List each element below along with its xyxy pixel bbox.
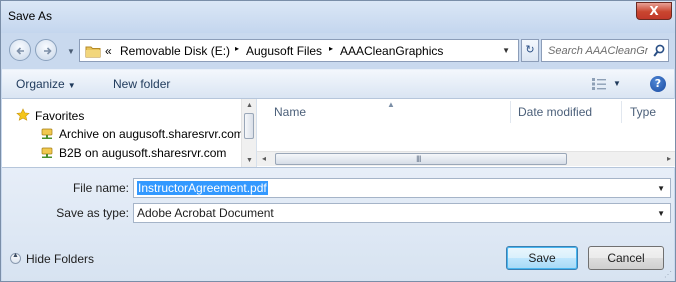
column-divider[interactable] (510, 101, 511, 123)
organize-label: Organize (16, 77, 65, 91)
column-header-type[interactable]: Type (630, 105, 656, 119)
close-button[interactable]: X (636, 2, 672, 20)
organize-caret-icon: ▼ (67, 81, 76, 90)
nav-label-b2b: B2B on augusoft.sharesrvr.com (59, 146, 227, 160)
search-icon[interactable] (653, 44, 665, 58)
file-name-value[interactable]: InstructorAgreement.pdf (137, 181, 268, 195)
column-header-name[interactable]: Name (274, 105, 306, 119)
help-button[interactable]: ? (650, 76, 666, 92)
back-button[interactable] (9, 39, 31, 61)
cancel-button[interactable]: Cancel (588, 246, 664, 270)
recent-pages-dropdown[interactable]: ▼ (67, 47, 75, 56)
scroll-left-icon[interactable]: ◂ (262, 154, 266, 163)
back-arrow-icon (16, 47, 24, 55)
breadcrumb-separator-icon[interactable]: ▸ (329, 44, 333, 53)
file-list: ▲ Name Date modified Type ◂ III ▸ (257, 99, 675, 167)
search-box[interactable] (541, 39, 669, 62)
network-drive-icon (41, 128, 53, 139)
nav-label-favorites: Favorites (35, 109, 85, 123)
navigation-pane-scrollbar[interactable]: ▲ ▼ (241, 99, 256, 167)
chevron-down-icon[interactable]: ▼ (657, 209, 665, 218)
nav-item-favorites[interactable]: Favorites (16, 108, 84, 123)
scroll-thumb[interactable]: III (275, 153, 567, 165)
forward-arrow-icon (44, 47, 52, 55)
network-drive-icon (41, 147, 53, 158)
breadcrumb-augusoft-files[interactable]: Augusoft Files (246, 44, 322, 58)
file-name-label: File name: (72, 181, 129, 195)
breadcrumb-overflow[interactable]: « (105, 44, 112, 58)
nav-item-b2b[interactable]: B2B on augusoft.sharesrvr.com (40, 145, 226, 160)
hide-folders-button[interactable]: ▲ Hide Folders (10, 252, 94, 266)
title-bar[interactable]: Save As X (1, 1, 675, 33)
scroll-up-icon[interactable]: ▲ (246, 102, 253, 109)
save-as-type-label: Save as type: (56, 206, 129, 220)
file-list-horizontal-scrollbar[interactable]: ◂ III ▸ (257, 151, 675, 166)
save-button[interactable]: Save (506, 246, 578, 270)
breadcrumb-removable-disk[interactable]: Removable Disk (E:) (120, 44, 230, 58)
breadcrumb-separator-icon[interactable]: ▸ (235, 44, 239, 53)
scroll-grip: III (416, 154, 421, 164)
file-name-field[interactable]: InstructorAgreement.pdf ▼ (133, 178, 671, 198)
nav-item-archive[interactable]: Archive on augusoft.sharesrvr.com (40, 126, 244, 141)
forward-button[interactable] (35, 39, 57, 61)
navigation-pane: Favorites Archive on augusoft.sharesrvr.… (2, 99, 257, 167)
nav-label-archive: Archive on augusoft.sharesrvr.com (59, 127, 244, 141)
column-header-date-modified[interactable]: Date modified (518, 105, 592, 119)
resize-grip-icon[interactable]: ⋰ (664, 270, 672, 279)
refresh-button[interactable]: ↻ (521, 39, 539, 62)
new-folder-button[interactable]: New folder (113, 77, 170, 91)
star-icon (16, 108, 30, 121)
breadcrumb-aaacleangraphics[interactable]: AAACleanGraphics (340, 44, 443, 58)
sort-ascending-icon: ▲ (387, 100, 395, 109)
save-as-type-select[interactable]: Adobe Acrobat Document ▼ (133, 203, 671, 223)
close-icon: X (649, 4, 659, 18)
command-bar: Organize ▼ New folder ▼ ? (2, 69, 674, 99)
history-nav: ▼ (9, 37, 75, 63)
scroll-down-icon[interactable]: ▼ (246, 157, 253, 164)
scroll-thumb[interactable] (244, 113, 254, 139)
save-form: File name: InstructorAgreement.pdf ▼ Sav… (2, 167, 674, 281)
window-title: Save As (8, 9, 53, 23)
collapse-icon: ▲ (10, 252, 21, 264)
address-dropdown-icon[interactable]: ▼ (502, 46, 510, 55)
scroll-right-icon[interactable]: ▸ (667, 154, 671, 163)
chevron-down-icon[interactable]: ▼ (657, 184, 665, 193)
address-bar[interactable]: « Removable Disk (E:) ▸ Augusoft Files ▸… (79, 39, 519, 62)
save-as-type-value: Adobe Acrobat Document (137, 206, 274, 220)
folder-icon (85, 46, 101, 58)
search-input[interactable] (548, 42, 648, 59)
refresh-icon: ↻ (525, 44, 535, 56)
save-as-dialog: Save As X ▼ « Removable Disk (E:) ▸ Augu… (0, 0, 676, 282)
view-options-caret-icon[interactable]: ▼ (613, 79, 621, 88)
organize-menu[interactable]: Organize ▼ (16, 77, 76, 91)
view-options-icon[interactable] (592, 78, 606, 90)
hide-folders-label: Hide Folders (26, 252, 95, 266)
column-divider[interactable] (621, 101, 622, 123)
